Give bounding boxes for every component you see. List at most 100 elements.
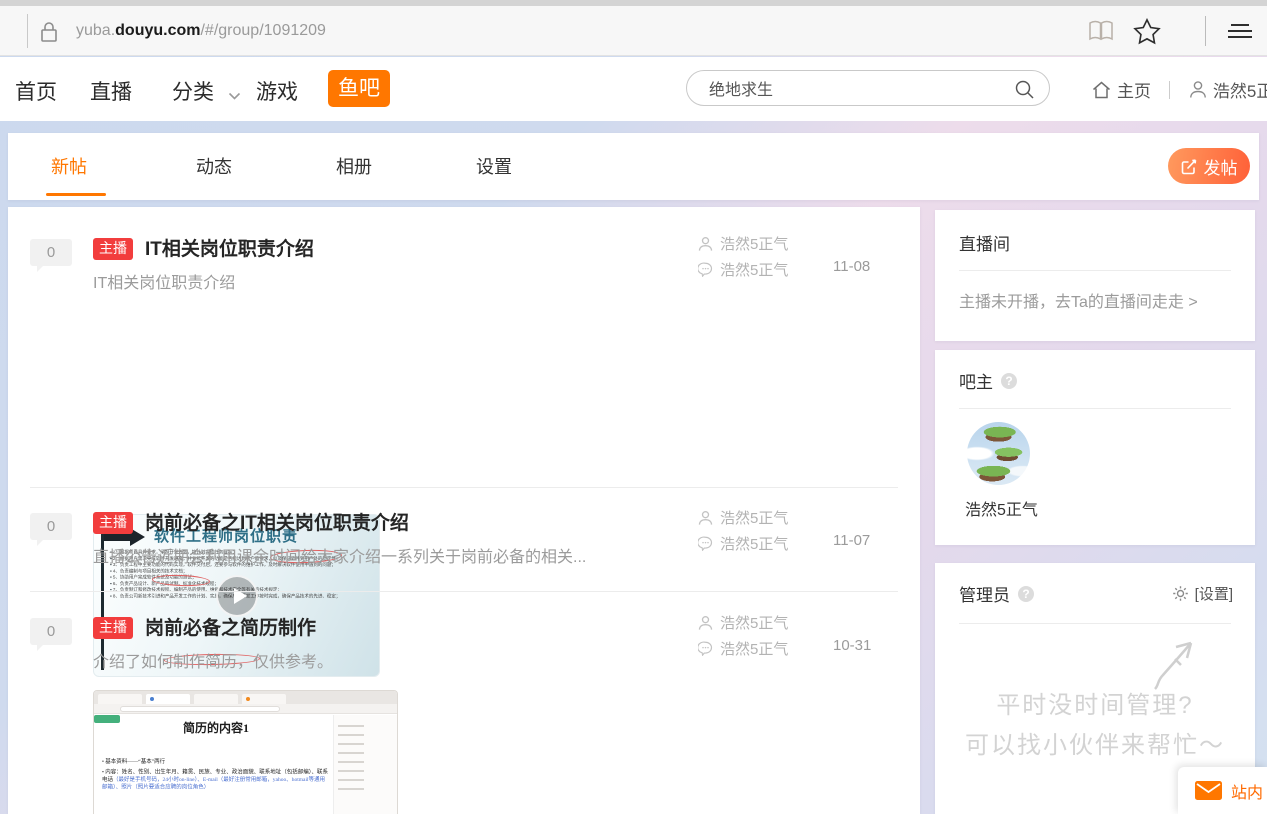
- admin-title: 管理员 ?: [959, 581, 1034, 606]
- streamer-badge: 主播: [93, 238, 133, 260]
- divider: [959, 270, 1231, 271]
- post-divider: [30, 591, 898, 592]
- post-last-commenter[interactable]: 浩然5正气: [698, 533, 788, 554]
- post-image-thumbnail[interactable]: ★★★★★ ★★★★★ ★★★★★ ★★★★★ ★★★★★ ★★★★★ ★★★★…: [93, 690, 398, 814]
- owner-avatar[interactable]: [967, 422, 1030, 485]
- divider: [1169, 81, 1170, 99]
- admin-settings-link[interactable]: [设置]: [1172, 583, 1233, 604]
- commenter-name: 浩然5正气: [720, 259, 788, 280]
- url-text[interactable]: yuba.douyu.com/#/group/1091209: [76, 22, 326, 40]
- live-room-title: 直播间: [959, 230, 1010, 255]
- chevron-down-icon: [228, 88, 241, 106]
- tab-activity[interactable]: 动态: [196, 153, 232, 179]
- homepage-link[interactable]: 主页: [1092, 77, 1151, 102]
- create-post-button[interactable]: 发帖: [1168, 148, 1250, 184]
- post-author[interactable]: 浩然5正气: [698, 612, 788, 633]
- site-nav: 首页 直播 分类 游戏 鱼吧 主页 浩然5正气: [0, 57, 1267, 121]
- author-icon: [698, 615, 713, 631]
- comment-icon: [698, 536, 713, 551]
- author-name: 浩然5正气: [720, 507, 788, 528]
- reading-list-icon[interactable]: [1087, 18, 1115, 49]
- post-last-commenter[interactable]: 浩然5正气: [698, 259, 788, 280]
- nav-home[interactable]: 首页: [15, 76, 57, 106]
- comment-count-bubble: 0: [30, 513, 72, 540]
- post-title[interactable]: 岗前必备之IT相关岗位职责介绍: [145, 508, 409, 535]
- author-icon: [698, 510, 713, 526]
- toolbar-divider: [27, 14, 28, 48]
- divider: [959, 623, 1231, 624]
- post-divider: [30, 487, 898, 488]
- bar-owner-title: 吧主 ?: [959, 368, 1017, 393]
- author-name: 浩然5正气: [720, 612, 788, 633]
- active-tab-underline: [46, 193, 106, 196]
- post-date: 10-31: [833, 637, 871, 654]
- post-title[interactable]: IT相关岗位职责介绍: [145, 234, 314, 261]
- commenter-name: 浩然5正气: [720, 533, 788, 554]
- user-link[interactable]: 浩然5正气: [1189, 77, 1267, 102]
- site-message-widget[interactable]: 站内: [1178, 767, 1267, 814]
- mini-browser-addressbar: [94, 704, 398, 714]
- comment-count: 0: [47, 623, 55, 640]
- username-label: 浩然5正气: [1213, 77, 1267, 102]
- tab-new-posts[interactable]: 新帖: [51, 153, 87, 179]
- comment-count: 0: [47, 244, 55, 261]
- admin-hint-line2: 可以找小伙伴来帮忙～: [935, 725, 1255, 760]
- nav-fishbar-button[interactable]: 鱼吧: [328, 70, 390, 107]
- post-date: 11-07: [833, 532, 870, 549]
- browser-address-bar: yuba.douyu.com/#/group/1091209: [0, 6, 1267, 56]
- play-button-icon[interactable]: [216, 575, 258, 617]
- post-excerpt: IT相关岗位职责介绍: [93, 269, 235, 293]
- menu-icon[interactable]: [1225, 18, 1255, 49]
- bar-owner-card: 吧主 ? 浩然5正气: [935, 350, 1255, 545]
- post-list: 0 主播 IT相关岗位职责介绍 IT相关岗位职责介绍 浩然5正气 浩然5正气 1…: [8, 207, 920, 814]
- comment-icon: [698, 641, 713, 656]
- author-icon: [698, 236, 713, 252]
- commenter-name: 浩然5正气: [720, 638, 788, 659]
- comment-icon: [698, 262, 713, 277]
- url-path: /#/group/1091209: [200, 22, 325, 39]
- post-title[interactable]: 岗前必备之简历制作: [145, 613, 316, 640]
- streamer-badge: 主播: [93, 617, 133, 639]
- admin-hint-line1: 平时没时间管理?: [935, 685, 1255, 720]
- user-area: 主页 浩然5正气: [1092, 77, 1267, 103]
- owner-name[interactable]: 浩然5正气: [965, 496, 1038, 520]
- post-last-commenter[interactable]: 浩然5正气: [698, 638, 788, 659]
- url-prefix: yuba.: [76, 22, 115, 39]
- post-excerpt: 介绍了如何制作简历，仅供参考。: [93, 648, 333, 672]
- page: yuba.douyu.com/#/group/1091209 首页 直播 分类 …: [0, 0, 1267, 814]
- post-excerpt: 直播公告近期会利用课余时间给大家介绍一系列关于岗前必备的相关...: [93, 543, 586, 567]
- mini-doc-title: 简历的内容1: [102, 719, 330, 736]
- compose-icon: [1181, 158, 1198, 175]
- divider: [959, 408, 1231, 409]
- author-name: 浩然5正气: [720, 233, 788, 254]
- home-icon: [1092, 81, 1111, 99]
- tab-settings[interactable]: 设置: [476, 153, 512, 179]
- tabs-card: 新帖 动态 相册 设置 发帖: [8, 133, 1259, 200]
- mini-browser-tabs: [94, 691, 398, 704]
- tab-album[interactable]: 相册: [336, 153, 372, 179]
- nav-category[interactable]: 分类: [172, 76, 214, 106]
- nav-games[interactable]: 游戏: [256, 76, 298, 106]
- user-icon: [1189, 80, 1207, 99]
- homepage-label: 主页: [1117, 77, 1151, 102]
- post-date: 11-08: [833, 258, 870, 275]
- search-box: [686, 70, 1050, 106]
- help-icon[interactable]: ?: [1001, 373, 1017, 389]
- favorites-star-icon[interactable]: [1133, 18, 1161, 50]
- post-author[interactable]: 浩然5正气: [698, 507, 788, 528]
- search-input[interactable]: [709, 76, 999, 100]
- envelope-icon: [1195, 781, 1222, 800]
- create-post-label: 发帖: [1204, 154, 1238, 179]
- post-author[interactable]: 浩然5正气: [698, 233, 788, 254]
- comment-count-bubble: 0: [30, 618, 72, 645]
- comment-count: 0: [47, 518, 55, 535]
- live-room-card: 直播间 主播未开播，去Ta的直播间走走 >: [935, 210, 1255, 341]
- admin-settings-label: [设置]: [1195, 583, 1233, 604]
- gear-icon: [1172, 585, 1189, 602]
- live-room-link[interactable]: 主播未开播，去Ta的直播间走走 >: [959, 288, 1198, 312]
- search-icon[interactable]: [1014, 79, 1035, 105]
- nav-live[interactable]: 直播: [90, 76, 132, 106]
- comment-count-bubble: 0: [30, 239, 72, 266]
- help-icon[interactable]: ?: [1018, 586, 1034, 602]
- site-message-label: 站内: [1231, 779, 1263, 803]
